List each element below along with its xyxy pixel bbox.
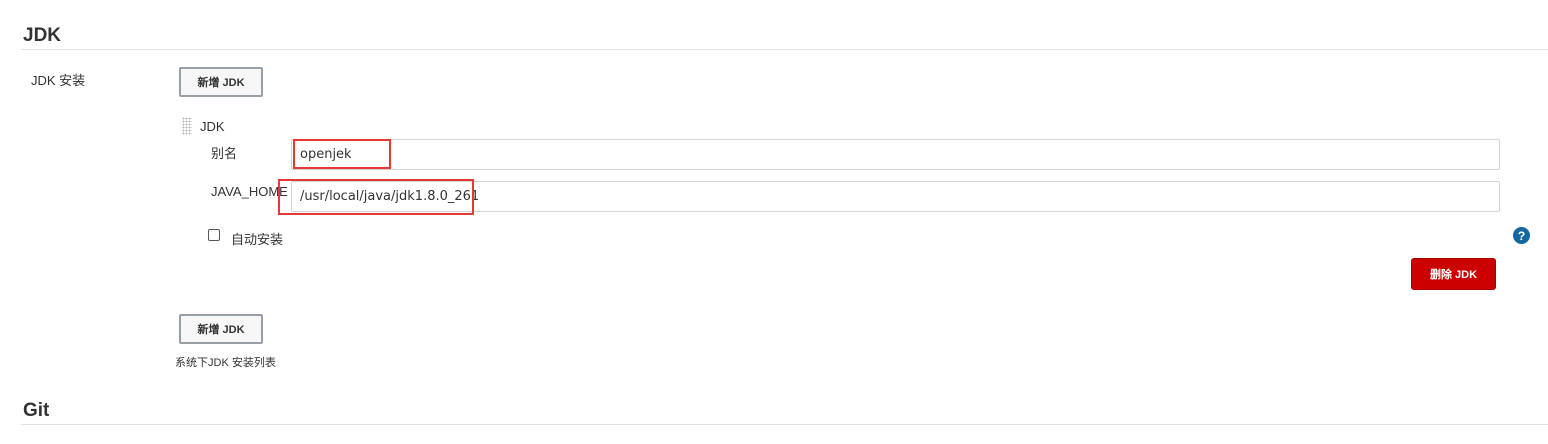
add-jdk-button-bottom[interactable]: 新增 JDK bbox=[179, 314, 263, 344]
git-section-divider bbox=[21, 424, 1548, 425]
java-home-label: JAVA_HOME bbox=[211, 184, 288, 199]
jdk-section-title: JDK bbox=[23, 25, 62, 46]
jdk-list-hint: 系统下JDK 安装列表 bbox=[175, 357, 276, 369]
git-section-title: Git bbox=[23, 400, 50, 421]
auto-install-label: 自动安装 bbox=[231, 232, 284, 247]
alias-label: 别名 bbox=[211, 146, 238, 161]
auto-install-checkbox[interactable] bbox=[208, 229, 220, 241]
jdk-entry-header: JDK bbox=[200, 119, 225, 134]
delete-jdk-button[interactable]: 删除 JDK bbox=[1411, 258, 1496, 290]
jdk-section-divider bbox=[21, 49, 1548, 50]
help-icon[interactable]: ? bbox=[1513, 227, 1530, 244]
add-jdk-button-top[interactable]: 新增 JDK bbox=[179, 67, 263, 97]
config-page: JDK JDK 安装 新增 JDK JDK 别名 openjek JAVA_HO… bbox=[0, 0, 1548, 444]
drag-handle-icon[interactable] bbox=[182, 117, 192, 135]
jdk-install-label: JDK 安装 bbox=[31, 73, 86, 88]
alias-input[interactable]: openjek bbox=[291, 139, 1500, 170]
java-home-input[interactable]: /usr/local/java/jdk1.8.0_261 bbox=[291, 181, 1500, 212]
